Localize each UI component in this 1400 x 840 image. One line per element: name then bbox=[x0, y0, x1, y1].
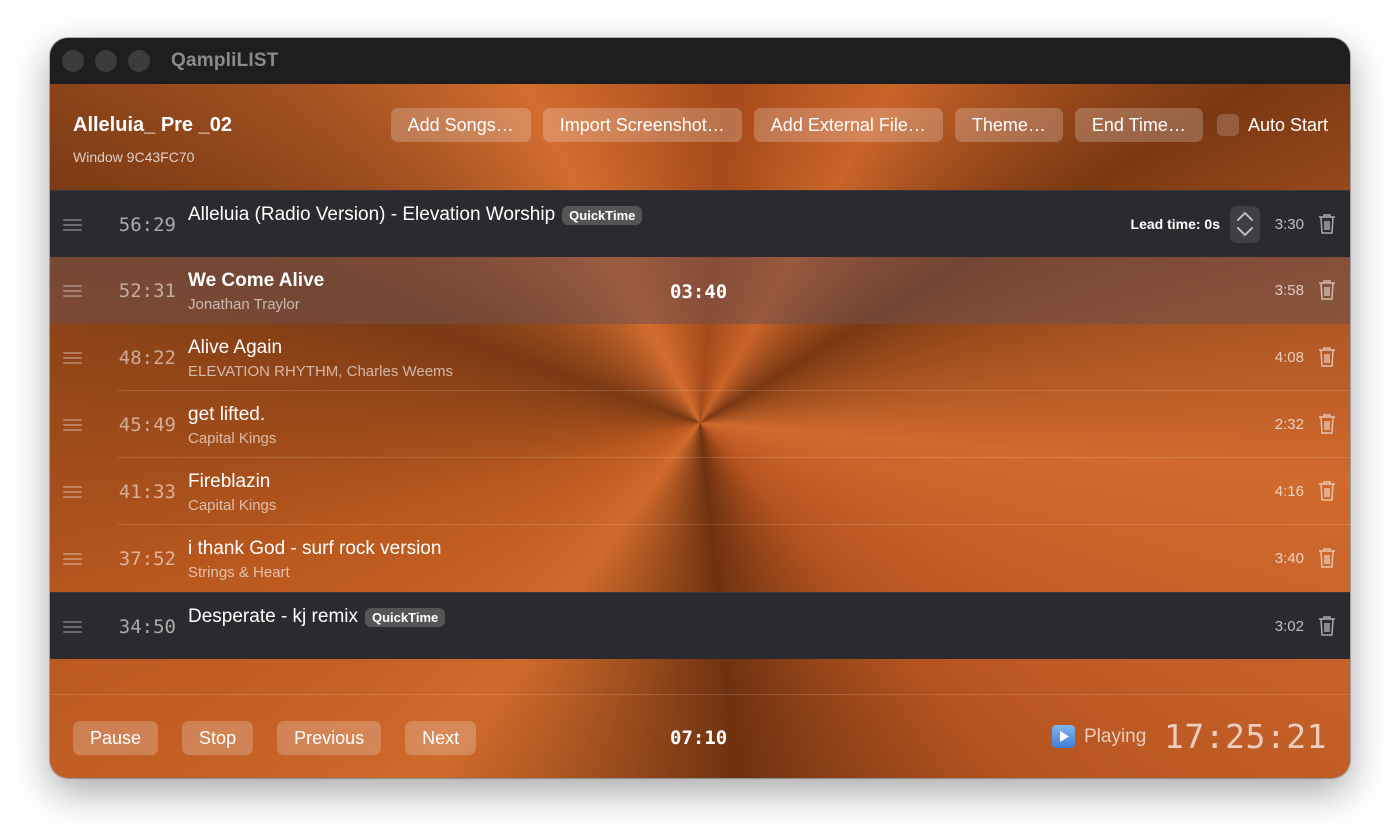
start-time: 56:29 bbox=[118, 214, 176, 236]
song-row[interactable]: 37:52 i thank God - surf rock version St… bbox=[50, 525, 1350, 592]
quicktime-badge: QuickTime bbox=[562, 205, 643, 225]
clock: 17:25:21 bbox=[1164, 717, 1327, 756]
playlist-name: Alleluia_ Pre _02 bbox=[73, 114, 232, 136]
auto-start-checkbox[interactable] bbox=[1216, 114, 1239, 136]
close-window-button[interactable] bbox=[62, 50, 84, 72]
playback-status: Playing bbox=[1052, 725, 1146, 748]
chevron-up-icon[interactable] bbox=[1236, 210, 1254, 222]
stop-button[interactable]: Stop bbox=[182, 721, 254, 755]
minimize-window-button[interactable] bbox=[95, 50, 117, 72]
start-time: 48:22 bbox=[118, 347, 176, 369]
duration: 3:02 bbox=[1274, 618, 1304, 635]
title-bar: QampliLIST bbox=[50, 38, 1350, 84]
trash-icon[interactable] bbox=[1318, 413, 1336, 435]
window-id: Window 9C43FC70 bbox=[73, 149, 195, 165]
playlist-header: Alleluia_ Pre _02 Window 9C43FC70 Add So… bbox=[50, 84, 1350, 190]
start-time: 45:49 bbox=[118, 414, 176, 436]
transport-controls: Pause Stop Previous Next bbox=[73, 721, 477, 755]
next-button[interactable]: Next bbox=[405, 721, 477, 755]
duration: 3:58 bbox=[1274, 282, 1304, 299]
song-row-current[interactable]: 52:31 We Come Alive Jonathan Traylor 03:… bbox=[50, 257, 1350, 324]
elapsed-time: 07:10 bbox=[670, 727, 728, 749]
song-title: We Come Alive bbox=[188, 270, 325, 291]
footer-divider bbox=[50, 694, 1350, 695]
song-list: 56:29 Alleluia (Radio Version) - Elevati… bbox=[50, 190, 1350, 659]
song-artist: Strings & Heart bbox=[188, 564, 290, 581]
end-time-button[interactable]: End Time… bbox=[1074, 108, 1203, 142]
pause-button[interactable]: Pause bbox=[73, 721, 159, 755]
drag-handle-icon[interactable] bbox=[63, 419, 82, 431]
song-title-line: Alleluia (Radio Version) - Elevation Wor… bbox=[188, 204, 643, 226]
song-row[interactable]: 56:29 Alleluia (Radio Version) - Elevati… bbox=[50, 190, 1350, 257]
start-time: 37:52 bbox=[118, 548, 176, 570]
app-title: QampliLIST bbox=[171, 50, 279, 71]
duration: 4:08 bbox=[1274, 349, 1304, 366]
song-title: i thank God - surf rock version bbox=[188, 538, 442, 559]
song-artist: ELEVATION RHYTHM, Charles Weems bbox=[188, 363, 454, 380]
window-controls bbox=[62, 50, 150, 72]
song-title: Alive Again bbox=[188, 337, 283, 358]
quicktime-badge: QuickTime bbox=[365, 607, 446, 627]
song-artist: Capital Kings bbox=[188, 430, 277, 447]
drag-handle-icon[interactable] bbox=[63, 219, 82, 231]
song-title: get lifted. bbox=[188, 404, 266, 425]
import-screenshot-button[interactable]: Import Screenshot… bbox=[542, 108, 742, 142]
start-time: 52:31 bbox=[118, 280, 176, 302]
start-time: 34:50 bbox=[118, 616, 176, 638]
remaining-countdown: 03:40 bbox=[670, 281, 728, 303]
trash-icon[interactable] bbox=[1318, 346, 1336, 368]
song-title: Alleluia (Radio Version) - Elevation Wor… bbox=[188, 204, 556, 225]
duration: 3:40 bbox=[1274, 550, 1304, 567]
auto-start-toggle[interactable]: Auto Start bbox=[1216, 114, 1328, 136]
duration: 3:30 bbox=[1274, 216, 1304, 233]
lead-time-stepper[interactable] bbox=[1230, 206, 1260, 243]
song-row[interactable]: 41:33 Fireblazin Capital Kings 4:16 bbox=[50, 458, 1350, 525]
drag-handle-icon[interactable] bbox=[63, 553, 82, 565]
play-icon bbox=[1052, 725, 1075, 748]
status-label: Playing bbox=[1084, 725, 1147, 747]
toolbar: Add Songs… Import Screenshot… Add Extern… bbox=[390, 108, 1328, 142]
drag-handle-icon[interactable] bbox=[63, 352, 82, 364]
lead-time-label: Lead time: 0s bbox=[1130, 216, 1220, 232]
theme-button[interactable]: Theme… bbox=[954, 108, 1063, 142]
song-row[interactable]: 48:22 Alive Again ELEVATION RHYTHM, Char… bbox=[50, 324, 1350, 391]
zoom-window-button[interactable] bbox=[128, 50, 150, 72]
start-time: 41:33 bbox=[118, 481, 176, 503]
song-artist: Capital Kings bbox=[188, 497, 277, 514]
song-title-line: Desperate - kj remix QuickTime bbox=[188, 606, 446, 628]
previous-button[interactable]: Previous bbox=[277, 721, 382, 755]
drag-handle-icon[interactable] bbox=[63, 621, 82, 633]
drag-handle-icon[interactable] bbox=[63, 285, 82, 297]
duration: 4:16 bbox=[1274, 483, 1304, 500]
add-external-file-button[interactable]: Add External File… bbox=[753, 108, 943, 142]
trash-icon[interactable] bbox=[1318, 213, 1336, 235]
app-window: QampliLIST Alleluia_ Pre _02 Window 9C43… bbox=[50, 38, 1350, 778]
song-title: Fireblazin bbox=[188, 471, 271, 492]
song-row[interactable]: 45:49 get lifted. Capital Kings 2:32 bbox=[50, 391, 1350, 458]
song-artist: Jonathan Traylor bbox=[188, 296, 300, 313]
song-title: Desperate - kj remix bbox=[188, 606, 358, 627]
add-songs-button[interactable]: Add Songs… bbox=[390, 108, 531, 142]
trash-icon[interactable] bbox=[1318, 480, 1336, 502]
trash-icon[interactable] bbox=[1318, 547, 1336, 569]
song-row[interactable]: 34:50 Desperate - kj remix QuickTime 3:0… bbox=[50, 592, 1350, 659]
trash-icon[interactable] bbox=[1318, 279, 1336, 301]
duration: 2:32 bbox=[1274, 416, 1304, 433]
drag-handle-icon[interactable] bbox=[63, 486, 82, 498]
auto-start-label: Auto Start bbox=[1247, 114, 1328, 135]
chevron-down-icon[interactable] bbox=[1236, 226, 1254, 238]
trash-icon[interactable] bbox=[1318, 615, 1336, 637]
